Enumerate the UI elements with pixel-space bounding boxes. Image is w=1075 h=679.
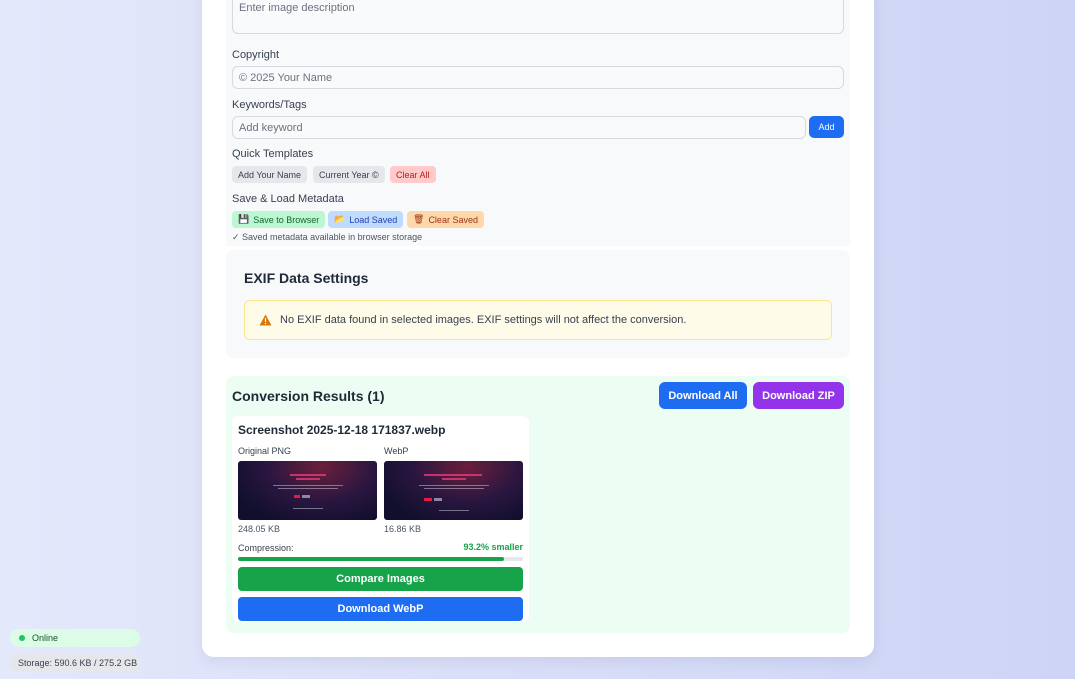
template-clear-all-button[interactable]: Clear All	[390, 166, 436, 183]
original-label: Original PNG	[238, 446, 292, 456]
load-saved-button[interactable]: 📂 Load Saved	[328, 211, 404, 228]
exif-title: EXIF Data Settings	[244, 270, 369, 286]
description-placeholder: Enter image description	[239, 2, 355, 14]
quick-templates-label: Quick Templates	[232, 148, 314, 160]
clear-saved-button[interactable]: 🗑 Clear Saved	[407, 211, 484, 228]
exif-warning: No EXIF data found in selected images. E…	[244, 300, 832, 340]
keywords-label: Keywords/Tags	[232, 99, 307, 111]
download-webp-button[interactable]: Download WebP	[238, 597, 523, 621]
storage-status-badge: Storage: 590.6 KB / 275.2 GB	[10, 654, 140, 672]
webp-size: 16.86 KB	[384, 524, 422, 534]
copyright-input[interactable]: © 2025 Your Name	[232, 66, 844, 89]
save-to-browser-button[interactable]: 💾 Save to Browser	[232, 211, 326, 228]
online-status-text: Online	[32, 633, 59, 643]
folder-icon: 📂	[334, 214, 346, 224]
compression-bar	[238, 557, 523, 561]
result-file-name: Screenshot 2025-12-18 171837.webp	[238, 423, 446, 437]
saved-metadata-note: ✓ Saved metadata available in browser st…	[232, 232, 423, 242]
floppy-disk-icon: 💾	[238, 214, 250, 224]
download-zip-button[interactable]: Download ZIP	[753, 382, 844, 409]
keyword-input[interactable]: Add keyword	[232, 116, 806, 139]
compression-value: 93.2% smaller	[463, 542, 523, 552]
download-all-button[interactable]: Download All	[659, 382, 747, 409]
online-status-badge: Online	[10, 629, 140, 647]
webp-thumbnail-art	[419, 474, 489, 511]
copyright-label: Copyright	[232, 49, 280, 61]
template-current-year-button[interactable]: Current Year ©	[313, 166, 385, 183]
original-size: 248.05 KB	[238, 524, 281, 534]
online-dot-icon	[19, 635, 25, 641]
save-to-browser-label: Save to Browser	[253, 214, 320, 225]
compression-label: Compression:	[238, 543, 294, 553]
trash-icon: 🗑	[413, 214, 425, 224]
description-textarea[interactable]: Enter image description	[232, 0, 844, 34]
webp-thumbnail[interactable]	[384, 461, 523, 520]
original-thumbnail-art	[273, 474, 343, 509]
exif-warning-text: No EXIF data found in selected images. E…	[280, 314, 687, 326]
original-thumbnail[interactable]	[238, 461, 377, 520]
results-title: Conversion Results (1)	[232, 388, 385, 404]
warning-icon	[259, 314, 272, 326]
load-saved-label: Load Saved	[349, 214, 398, 225]
template-add-name-button[interactable]: Add Your Name	[232, 166, 308, 183]
add-keyword-button[interactable]: Add	[809, 116, 844, 138]
compression-bar-fill	[238, 557, 504, 561]
save-load-label: Save & Load Metadata	[232, 193, 344, 205]
clear-saved-label: Clear Saved	[428, 214, 478, 225]
webp-label: WebP	[384, 446, 409, 456]
compare-images-button[interactable]: Compare Images	[238, 567, 523, 591]
